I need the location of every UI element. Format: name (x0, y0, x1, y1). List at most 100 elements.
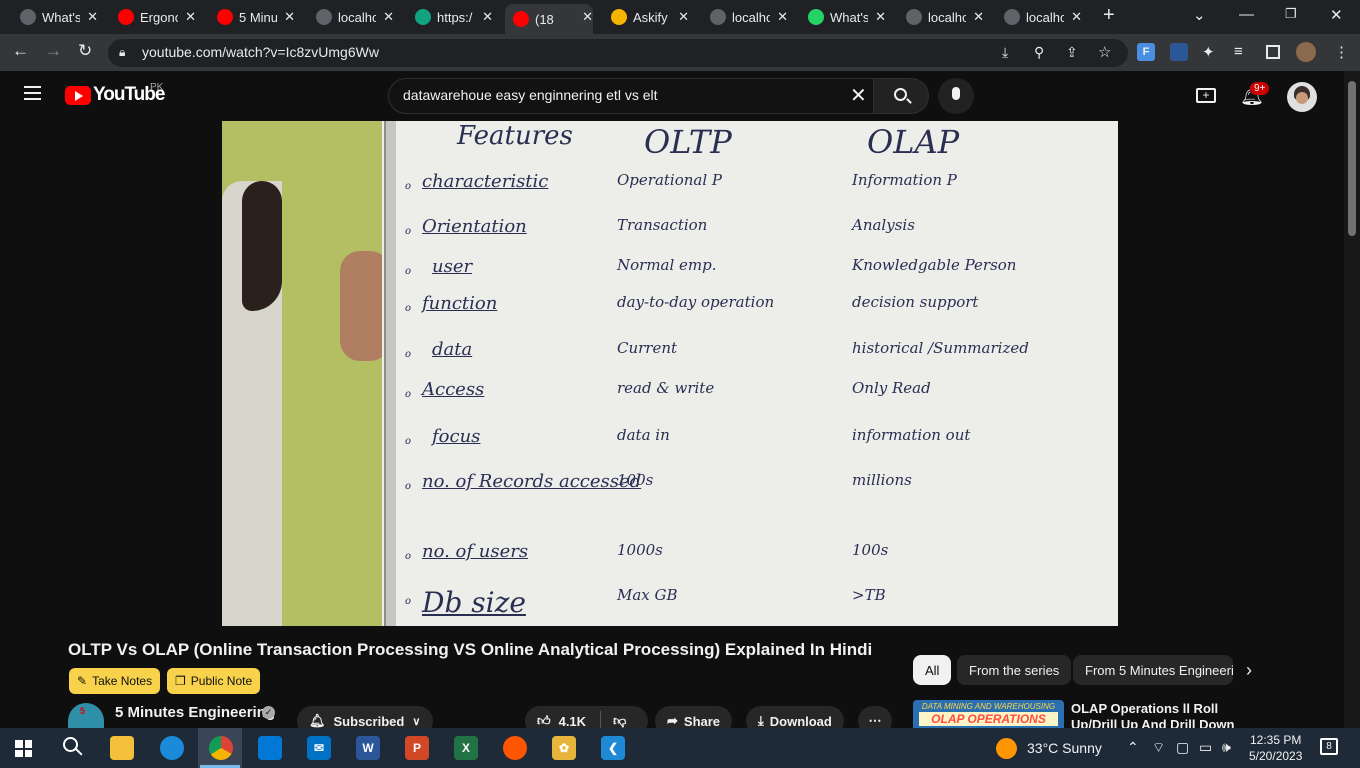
reload-icon[interactable]: ↻ (78, 41, 92, 61)
public-note-button[interactable]: ❐ Public Note (167, 668, 261, 694)
clock[interactable]: 12:35 PM 5/20/2023 (1249, 732, 1302, 764)
close-tab-icon[interactable]: ✕ (185, 9, 196, 25)
take-notes-button[interactable]: ✎ Take Notes (69, 668, 161, 694)
soundcloud-icon[interactable] (503, 736, 527, 760)
feature-label: Access (422, 379, 485, 400)
tab-label: localho (928, 9, 966, 25)
browser-tab[interactable]: What's ✕ (20, 4, 98, 30)
close-tab-icon[interactable]: ✕ (482, 9, 493, 25)
close-tab-icon[interactable]: ✕ (678, 9, 689, 25)
restore-button[interactable]: ❐ (1285, 6, 1297, 22)
browser-tab[interactable]: localho ✕ (906, 4, 984, 30)
edge-icon[interactable] (160, 736, 184, 760)
close-window-button[interactable]: ✕ (1330, 6, 1343, 24)
voice-search-button[interactable] (938, 78, 974, 114)
close-tab-icon[interactable]: ✕ (777, 9, 788, 25)
new-tab-button[interactable]: + (1103, 4, 1115, 27)
chip-from-channel[interactable]: From 5 Minutes Engineeri (1073, 655, 1233, 685)
close-tab-icon[interactable]: ✕ (875, 9, 886, 25)
tab-label: (18 (535, 11, 554, 27)
forward-icon[interactable]: → (45, 41, 62, 61)
oltp-value: read & write (617, 379, 715, 397)
close-tab-icon[interactable]: ✕ (383, 9, 394, 25)
tab-label: What's (830, 9, 868, 25)
reading-list-icon[interactable]: ≡ (1234, 43, 1243, 60)
search-button[interactable] (873, 78, 929, 114)
browser-tab[interactable]: 5 Minu ✕ (217, 4, 295, 30)
weather-text[interactable]: 33°C Sunny (1027, 740, 1102, 756)
excel-icon[interactable]: X (454, 736, 478, 760)
back-icon[interactable]: ← (12, 41, 29, 61)
browser-tab[interactable]: localho ✕ (1004, 4, 1082, 30)
install-icon[interactable]: ⤓ (1002, 44, 1008, 61)
verified-icon: ✓ (262, 706, 275, 719)
vscode-icon[interactable]: ❮ (601, 736, 625, 760)
extension-icon[interactable] (1170, 43, 1188, 61)
menu-icon[interactable]: ⋮ (1334, 43, 1349, 61)
volume-icon[interactable]: 🕪︎ (1222, 739, 1231, 756)
like-count[interactable]: 4.1K (559, 714, 586, 729)
guide-menu-icon[interactable] (24, 86, 41, 100)
tray-chevron-icon[interactable]: ⌃ (1127, 739, 1139, 756)
wifi-icon[interactable]: ⌔ (1152, 739, 1165, 757)
chevron-right-icon[interactable]: › (1246, 660, 1252, 681)
chrome-icon[interactable] (209, 736, 233, 760)
page-scrollbar[interactable] (1344, 71, 1360, 728)
mail-icon[interactable]: ✉ (307, 736, 331, 760)
like-icon[interactable]: 👍︎ (537, 713, 551, 729)
word-icon[interactable]: W (356, 736, 380, 760)
create-video-icon[interactable]: + (1196, 88, 1216, 103)
side-panel-icon[interactable] (1266, 45, 1280, 59)
battery-icon[interactable]: ▭ (1199, 739, 1212, 756)
close-tab-icon[interactable]: ✕ (582, 9, 593, 25)
tab-search-icon[interactable]: ⌄ (1193, 6, 1206, 24)
lock-icon[interactable]: 🔒︎ (119, 45, 125, 60)
account-avatar[interactable] (1287, 82, 1317, 112)
bookmark-star-icon[interactable]: ☆ (1098, 43, 1111, 61)
oltp-value: Max GB (617, 586, 678, 604)
clear-search-icon[interactable]: ✕ (850, 83, 867, 108)
extension-icon[interactable]: F (1137, 43, 1155, 61)
video-player[interactable]: Features OLTP OLAP o characteristic Operation… (222, 121, 1118, 626)
browser-tab[interactable]: Ergono ✕ (118, 4, 196, 30)
puzzle-icon[interactable]: ✦ (1202, 43, 1215, 61)
chip-from-series[interactable]: From the series (957, 655, 1072, 685)
oltp-value: data in (617, 426, 670, 444)
browser-tab[interactable]: Askify ✕ (611, 4, 689, 30)
search-input-text[interactable]: datawarehoue easy enginnering etl vs elt (403, 87, 658, 103)
profile-avatar[interactable] (1296, 42, 1316, 62)
minimize-button[interactable]: — (1239, 6, 1254, 23)
oltp-value: Operational P (617, 171, 723, 189)
browser-tab[interactable]: localho ✕ (316, 4, 394, 30)
channel-avatar[interactable]: 5 (68, 703, 104, 728)
close-tab-icon[interactable]: ✕ (87, 9, 98, 25)
oltp-value: 100s (617, 471, 654, 489)
youtube-icon (513, 11, 529, 27)
browser-tab[interactable]: (18 ✕ (505, 4, 593, 34)
file-explorer-icon[interactable] (110, 736, 134, 760)
close-tab-icon[interactable]: ✕ (973, 9, 984, 25)
weather-sun-icon[interactable] (996, 738, 1017, 759)
recommended-title[interactable]: OLAP Operations ll Roll Up/Drill Up And … (1071, 701, 1261, 728)
store-icon[interactable] (258, 736, 282, 760)
browser-tab[interactable]: https:/ ✕ (415, 4, 493, 30)
dislike-icon[interactable]: 👎︎ (613, 713, 626, 729)
windows-start-icon[interactable] (15, 740, 32, 757)
notification-center-icon[interactable]: 8 (1320, 738, 1338, 755)
url-text[interactable]: youtube.com/watch?v=Ic8zvUmg6Ww (142, 44, 379, 60)
paint-icon[interactable]: ✿ (552, 736, 576, 760)
close-tab-icon[interactable]: ✕ (284, 9, 295, 25)
chip-all[interactable]: All (913, 655, 952, 685)
channel-name[interactable]: 5 Minutes Engineering (115, 704, 275, 721)
zoom-icon[interactable]: ⚲ (1034, 44, 1044, 61)
powerpoint-icon[interactable]: P (405, 736, 429, 760)
browser-tab[interactable]: What's ✕ (808, 4, 886, 30)
askify-icon (611, 9, 627, 25)
mic-icon (952, 87, 960, 100)
meet-icon[interactable]: ▢ (1176, 739, 1189, 756)
share-page-icon[interactable]: ⇪ (1066, 44, 1078, 61)
browser-tab[interactable]: localho ✕ (710, 4, 788, 30)
recommended-thumbnail[interactable]: DATA MINING AND WAREHOUSING OLAP OPERATI… (913, 700, 1064, 728)
youtube-logo-icon[interactable] (65, 86, 91, 105)
close-tab-icon[interactable]: ✕ (1071, 9, 1082, 25)
